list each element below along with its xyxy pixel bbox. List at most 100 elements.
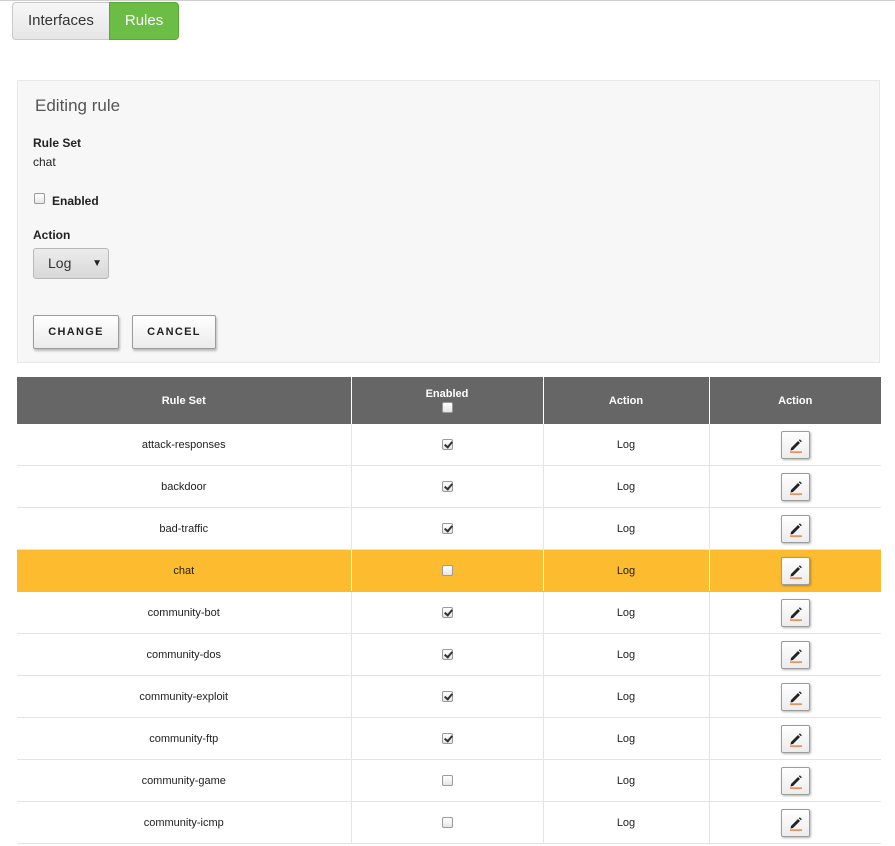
edit-cell	[709, 675, 881, 718]
top-border	[0, 0, 895, 1]
row-enabled-checkbox[interactable]	[441, 607, 453, 619]
rule-set-name: community-game	[17, 759, 352, 802]
table-row[interactable]: community-exploit Log	[17, 675, 881, 718]
header-enabled[interactable]: Enabled	[351, 377, 544, 424]
pencil-icon	[789, 564, 802, 579]
pencil-icon	[789, 648, 802, 663]
edit-button[interactable]	[780, 682, 810, 711]
action-value: Log	[543, 549, 710, 592]
table-header-row: Rule Set Enabled Action Action	[17, 377, 881, 424]
action-value: Log	[543, 507, 710, 550]
row-enabled-checkbox[interactable]	[441, 817, 453, 829]
table-row[interactable]: backdoor Log	[17, 465, 881, 508]
caret-down-icon: ▼	[92, 258, 102, 269]
table-row[interactable]: community-ftp Log	[17, 717, 881, 760]
edit-button[interactable]	[780, 556, 810, 585]
table-row[interactable]: attack-responses Log	[17, 424, 881, 466]
action-value: Log	[543, 675, 710, 718]
row-enabled-checkbox[interactable]	[441, 565, 453, 577]
row-enabled-checkbox[interactable]	[441, 775, 453, 787]
pencil-icon	[789, 690, 802, 705]
row-enabled-checkbox[interactable]	[441, 733, 453, 745]
header-enabled-label: Enabled	[425, 387, 469, 400]
select-all-checkbox[interactable]	[441, 402, 453, 414]
tab-bar: Interfaces Rules	[12, 2, 180, 40]
cancel-button[interactable]: CANCEL	[132, 315, 216, 349]
enabled-cell	[351, 424, 544, 466]
enabled-cell	[351, 675, 544, 718]
action-value: Log	[543, 465, 710, 508]
pencil-icon	[789, 438, 802, 453]
pencil-icon	[789, 522, 802, 537]
change-button[interactable]: CHANGE	[33, 315, 119, 349]
edit-cell	[709, 759, 881, 802]
rule-set-name: community-exploit	[17, 675, 352, 718]
rule-set-name: community-dos	[17, 633, 352, 676]
tab-rules[interactable]: Rules	[108, 2, 180, 40]
enabled-cell	[351, 717, 544, 760]
rule-set-value: chat	[33, 155, 56, 169]
row-enabled-checkbox[interactable]	[441, 649, 453, 661]
table-row[interactable]: bad-traffic Log	[17, 507, 881, 550]
action-value: Log	[543, 717, 710, 760]
edit-cell	[709, 591, 881, 634]
rule-set-name: bad-traffic	[17, 507, 352, 550]
header-rule-set[interactable]: Rule Set	[17, 377, 352, 424]
row-enabled-checkbox[interactable]	[441, 523, 453, 535]
table-row[interactable]: community-dos Log	[17, 633, 881, 676]
action-value: Log	[543, 759, 710, 802]
rule-set-name: community-ftp	[17, 717, 352, 760]
rule-set-name: attack-responses	[17, 424, 352, 466]
action-label: Action	[33, 228, 71, 242]
edit-button[interactable]	[780, 640, 810, 669]
rules-table-body: attack-responses Log backdoor Log bad-traffi…	[17, 424, 881, 844]
table-row[interactable]: community-icmp Log	[17, 801, 881, 844]
edit-button[interactable]	[780, 430, 810, 459]
tab-interfaces[interactable]: Interfaces	[12, 2, 109, 40]
enabled-cell	[351, 549, 544, 592]
row-enabled-checkbox[interactable]	[441, 481, 453, 493]
edit-button[interactable]	[780, 514, 810, 543]
enabled-cell	[351, 801, 544, 844]
rule-set-name: backdoor	[17, 465, 352, 508]
edit-cell	[709, 801, 881, 844]
pencil-icon	[789, 816, 802, 831]
pencil-icon	[789, 774, 802, 789]
edit-button[interactable]	[780, 598, 810, 627]
rules-table: Rule Set Enabled Action Action attack-re…	[17, 377, 881, 844]
enabled-checkbox[interactable]	[34, 193, 45, 204]
header-action-buttons: Action	[709, 377, 881, 424]
edit-cell	[709, 549, 881, 592]
action-value: Log	[543, 801, 710, 844]
action-select[interactable]: Log ▼	[33, 248, 109, 279]
action-value: Log	[543, 633, 710, 676]
edit-rule-panel: Editing rule Rule Set chat Enabled Actio…	[17, 80, 880, 363]
action-value: Log	[543, 591, 710, 634]
rule-set-label: Rule Set	[33, 136, 82, 150]
table-row[interactable]: community-bot Log	[17, 591, 881, 634]
edit-cell	[709, 465, 881, 508]
rule-set-name: chat	[17, 549, 352, 592]
enabled-label: Enabled	[52, 194, 99, 208]
enabled-cell	[351, 507, 544, 550]
action-value: Log	[543, 424, 710, 466]
edit-cell	[709, 424, 881, 466]
edit-button[interactable]	[780, 472, 810, 501]
edit-button[interactable]	[780, 724, 810, 753]
edit-button[interactable]	[780, 766, 810, 795]
row-enabled-checkbox[interactable]	[441, 691, 453, 703]
enabled-cell	[351, 465, 544, 508]
pencil-icon	[789, 606, 802, 621]
rule-set-name: community-icmp	[17, 801, 352, 844]
table-row[interactable]: chat Log	[17, 549, 881, 592]
edit-cell	[709, 507, 881, 550]
enabled-cell	[351, 759, 544, 802]
enabled-cell	[351, 591, 544, 634]
edit-button[interactable]	[780, 808, 810, 837]
row-enabled-checkbox[interactable]	[441, 439, 453, 451]
pencil-icon	[789, 732, 802, 747]
table-row[interactable]: community-game Log	[17, 759, 881, 802]
edit-cell	[709, 717, 881, 760]
header-action[interactable]: Action	[543, 377, 710, 424]
action-select-value: Log	[48, 255, 72, 271]
